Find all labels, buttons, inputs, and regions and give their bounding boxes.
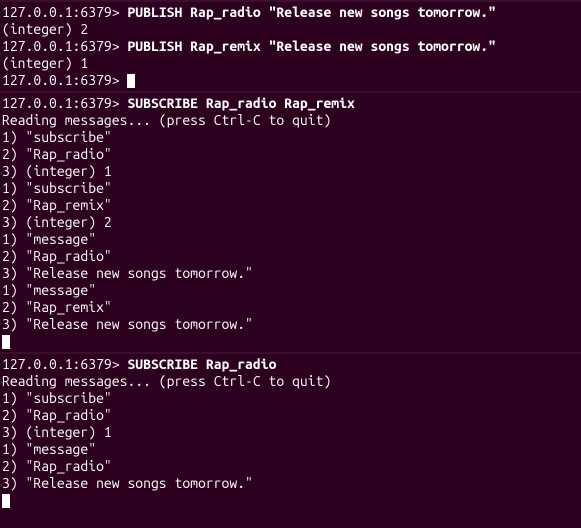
prompt: 127.0.0.1:6379> (2, 356, 127, 372)
cursor (2, 335, 10, 349)
output-line: 2) "Rap_remix" (2, 197, 581, 214)
cursor-line (2, 492, 581, 509)
output-line: 3) "Release new songs tomorrow." (2, 475, 581, 492)
output-line: (integer) 2 (2, 21, 581, 38)
command: PUBLISH Rap_remix "Release new songs tom… (127, 38, 495, 54)
command-line: 127.0.0.1:6379> SUBSCRIBE Rap_radio (2, 356, 581, 373)
output-line: 2) "Rap_radio" (2, 248, 581, 265)
command-line[interactable]: 127.0.0.1:6379> (2, 72, 581, 89)
prompt: 127.0.0.1:6379> (2, 4, 127, 20)
output-line: 3) (integer) 2 (2, 214, 581, 231)
output-line: 1) "subscribe" (2, 129, 581, 146)
output-line: Reading messages... (press Ctrl-C to qui… (2, 112, 581, 129)
output-line: 3) (integer) 1 (2, 163, 581, 180)
cursor (2, 494, 10, 508)
terminal-pane-2[interactable]: 127.0.0.1:6379> SUBSCRIBE Rap_radio Rap_… (0, 91, 581, 352)
terminal-pane-1[interactable]: 127.0.0.1:6379> PUBLISH Rap_radio "Relea… (0, 0, 581, 91)
cursor-line (2, 333, 581, 350)
prompt: 127.0.0.1:6379> (2, 72, 127, 88)
output-line: 1) "subscribe" (2, 390, 581, 407)
output-line: 3) "Release new songs tomorrow." (2, 316, 581, 333)
output-line: 2) "Rap_radio" (2, 458, 581, 475)
command: SUBSCRIBE Rap_radio Rap_remix (127, 95, 354, 111)
command-line: 127.0.0.1:6379> SUBSCRIBE Rap_radio Rap_… (2, 95, 581, 112)
output-line: 1) "message" (2, 441, 581, 458)
prompt: 127.0.0.1:6379> (2, 95, 127, 111)
output-line: 2) "Rap_radio" (2, 146, 581, 163)
output-line: 1) "message" (2, 231, 581, 248)
prompt: 127.0.0.1:6379> (2, 38, 127, 54)
command-line: 127.0.0.1:6379> PUBLISH Rap_radio "Relea… (2, 4, 581, 21)
output-line: 1) "message" (2, 282, 581, 299)
command: SUBSCRIBE Rap_radio (127, 356, 276, 372)
output-line: (integer) 1 (2, 55, 581, 72)
terminal-pane-3[interactable]: 127.0.0.1:6379> SUBSCRIBE Rap_radio Read… (0, 352, 581, 511)
output-line: 1) "subscribe" (2, 180, 581, 197)
cursor (127, 74, 135, 88)
command: PUBLISH Rap_radio "Release new songs tom… (127, 4, 495, 20)
output-line: 2) "Rap_radio" (2, 407, 581, 424)
output-line: 3) (integer) 1 (2, 424, 581, 441)
output-line: 3) "Release new songs tomorrow." (2, 265, 581, 282)
output-line: Reading messages... (press Ctrl-C to qui… (2, 373, 581, 390)
output-line: 2) "Rap_remix" (2, 299, 581, 316)
command-line: 127.0.0.1:6379> PUBLISH Rap_remix "Relea… (2, 38, 581, 55)
